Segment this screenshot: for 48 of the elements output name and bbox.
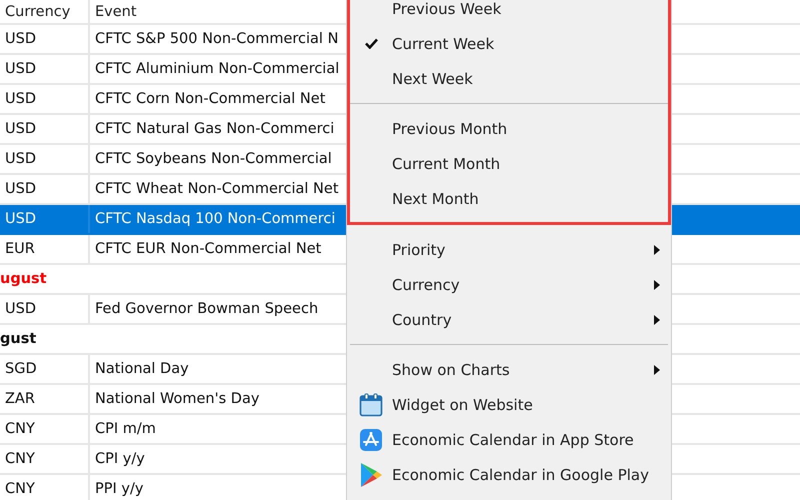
event-cell: CFTC Natural Gas Non-Commerci — [95, 121, 334, 137]
event-cell: CFTC S&P 500 Non-Commercial N — [95, 31, 338, 47]
currency-cell: CNY — [5, 451, 35, 467]
menu-item[interactable]: Country — [350, 302, 668, 337]
currency-cell: USD — [5, 91, 36, 107]
event-cell: CFTC Wheat Non-Commercial Net — [95, 181, 339, 197]
app-store-icon — [359, 428, 383, 452]
menu-item[interactable]: Current Month — [350, 146, 668, 181]
menu-item[interactable]: Show on Charts — [350, 352, 668, 387]
event-cell: National Day — [95, 361, 189, 377]
menu-item[interactable]: Economic Calendar in App Store — [350, 422, 668, 457]
submenu-arrow-icon — [654, 364, 660, 374]
event-cell: CPI m/m — [95, 421, 156, 437]
currency-cell: USD — [5, 301, 36, 317]
menu-item[interactable]: Economic Calendar in Google Play — [350, 457, 668, 492]
event-cell: CFTC Soybeans Non-Commercial — [95, 151, 332, 167]
currency-cell: CNY — [5, 421, 35, 437]
currency-cell: USD — [5, 121, 36, 137]
menu-item[interactable]: Priority — [350, 232, 668, 267]
event-cell: PPI y/y — [95, 481, 144, 497]
currency-cell: USD — [5, 181, 36, 197]
submenu-arrow-icon — [654, 314, 660, 324]
event-cell: Fed Governor Bowman Speech — [95, 301, 318, 317]
menu-item[interactable]: Next Month — [350, 181, 668, 216]
currency-cell: CNY — [5, 481, 35, 497]
date-group-label: ugust — [0, 271, 47, 287]
event-cell: CFTC Aluminium Non-Commercial — [95, 61, 340, 77]
currency-cell: USD — [5, 211, 36, 227]
currency-cell: ZAR — [5, 391, 35, 407]
menu-item[interactable]: Previous Week — [350, 0, 668, 26]
currency-cell: SGD — [5, 361, 37, 377]
menu-item[interactable]: Currency — [350, 267, 668, 302]
event-cell: CFTC Nasdaq 100 Non-Commerci — [95, 211, 336, 227]
event-cell: National Women's Day — [95, 391, 260, 407]
menu-item[interactable]: Current Week — [350, 26, 668, 61]
calendar-icon — [359, 392, 383, 416]
column-header[interactable]: Currency — [0, 0, 90, 23]
event-cell: CFTC Corn Non-Commercial Net — [95, 91, 326, 107]
event-cell: CPI y/y — [95, 451, 145, 467]
currency-cell: USD — [5, 31, 36, 47]
event-cell: CFTC EUR Non-Commercial Net — [95, 241, 322, 257]
play-store-icon — [359, 462, 383, 488]
currency-cell: USD — [5, 151, 36, 167]
submenu-arrow-icon — [654, 280, 660, 290]
submenu-arrow-icon — [654, 244, 660, 254]
currency-cell: EUR — [5, 241, 35, 257]
date-group-label: gust — [0, 331, 36, 347]
currency-cell: USD — [5, 61, 36, 77]
